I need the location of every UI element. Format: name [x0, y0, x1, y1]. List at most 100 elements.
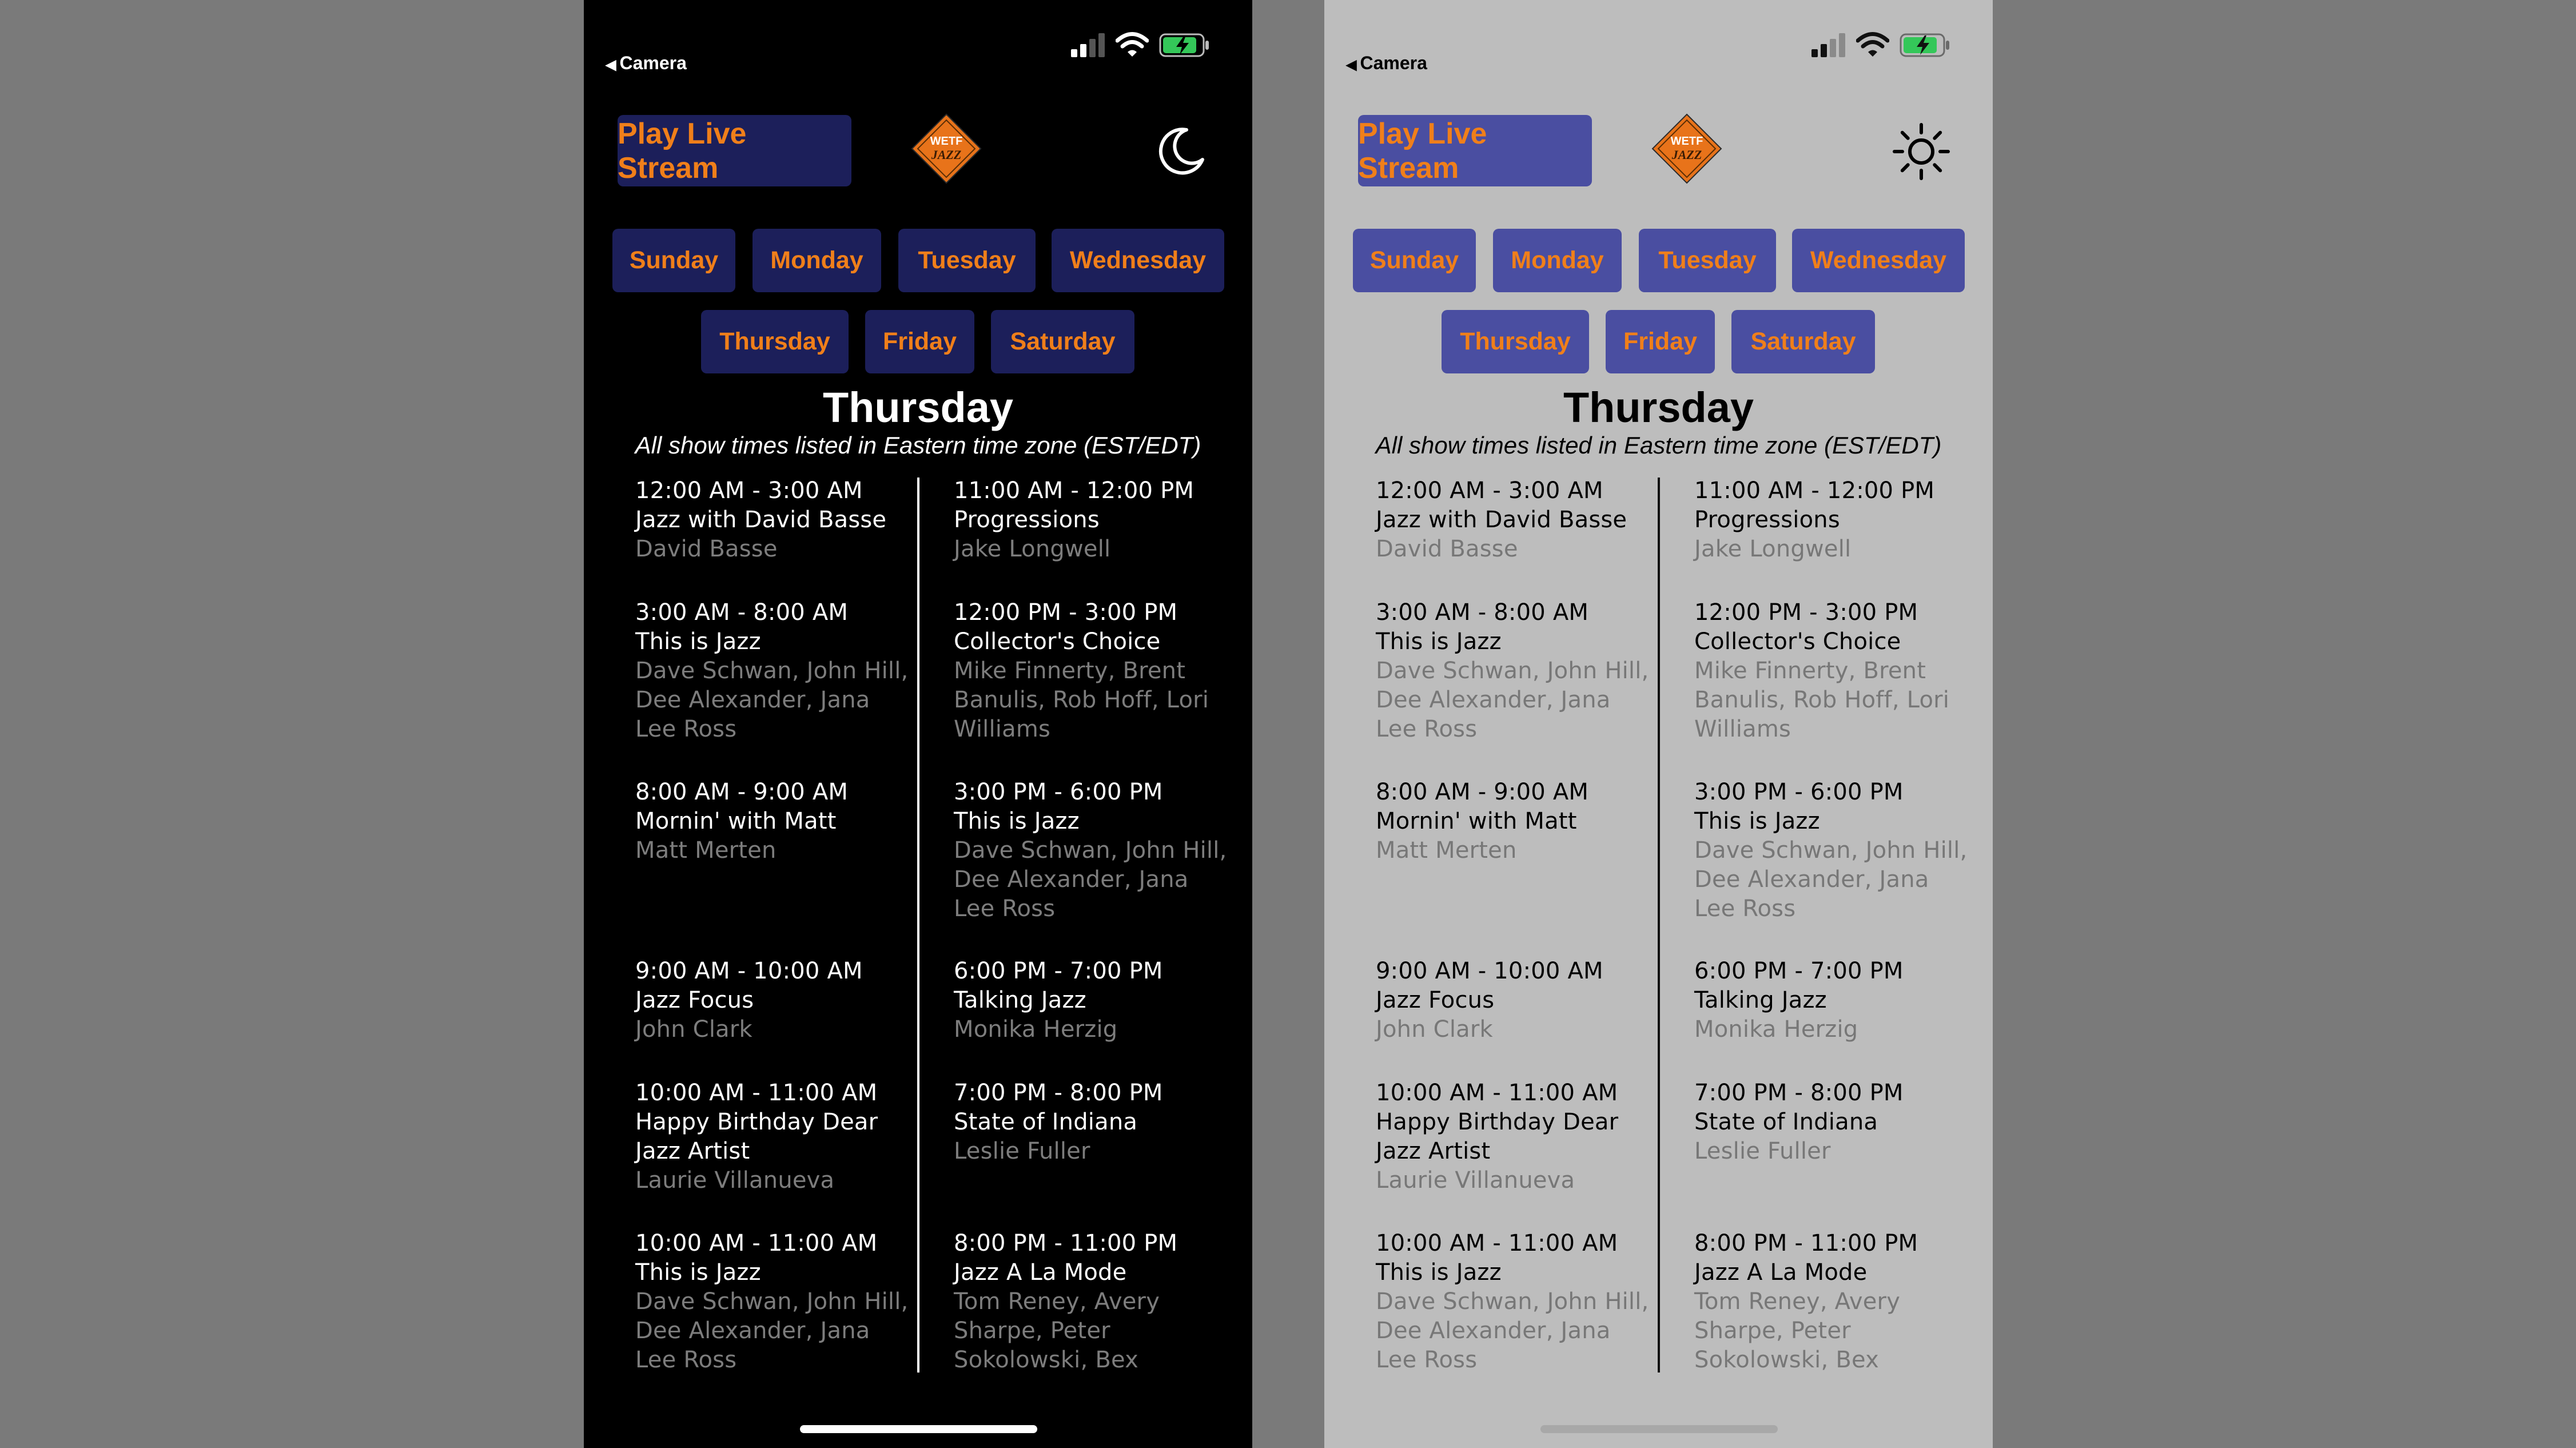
- schedule-entry: 7:00 PM - 8:00 PM State of Indiana Lesli…: [1694, 1079, 1969, 1166]
- show-name: Jazz Focus: [635, 987, 754, 1013]
- day-button-sunday[interactable]: Sunday: [1353, 229, 1476, 292]
- phone-light-mode: ◀ Camera Play Live Stream WETF JAZZ Sund…: [1324, 0, 1993, 1448]
- battery-charging-icon: [1159, 33, 1209, 57]
- show-name: This is Jazz: [1376, 1259, 1502, 1286]
- schedule-entry: 8:00 PM - 11:00 PM Jazz A La Mode Tom Re…: [954, 1229, 1228, 1375]
- schedule-entry: 6:00 PM - 7:00 PM Talking Jazz Monika He…: [1694, 957, 1969, 1044]
- schedule-entry: 12:00 PM - 3:00 PM Collector's Choice Mi…: [1694, 598, 1969, 744]
- schedule-entry: 6:00 PM - 7:00 PM Talking Jazz Monika He…: [954, 957, 1228, 1044]
- show-name: Talking Jazz: [1694, 987, 1827, 1013]
- show-hosts: Dave Schwan, John Hill, Dee Alexander, J…: [1694, 837, 1968, 922]
- show-time: 10:00 AM - 11:00 AM: [1376, 1230, 1618, 1256]
- sun-icon: [1893, 123, 1950, 180]
- show-hosts: Mike Finnerty, Brent Banulis, Rob Hoff, …: [954, 658, 1209, 742]
- logo-wetf-text: WETF: [1671, 135, 1703, 148]
- show-name: Progressions: [1694, 507, 1840, 533]
- schedule-entry: 12:00 PM - 3:00 PM Collector's Choice Mi…: [954, 598, 1228, 744]
- show-hosts: Tom Reney, Avery Sharpe, Peter Sokolowsk…: [954, 1288, 1160, 1373]
- day-button-monday[interactable]: Monday: [753, 229, 881, 292]
- show-time: 12:00 PM - 3:00 PM: [1694, 599, 1918, 626]
- show-hosts: Dave Schwan, John Hill, Dee Alexander, J…: [635, 1288, 909, 1373]
- show-hosts: Monika Herzig: [1694, 1016, 1858, 1043]
- day-button-wednesday[interactable]: Wednesday: [1792, 229, 1965, 292]
- show-name: Collector's Choice: [1694, 628, 1901, 655]
- show-name: Jazz Focus: [1376, 987, 1495, 1013]
- dark-mode-toggle[interactable]: [1146, 117, 1215, 186]
- day-button-saturday[interactable]: Saturday: [991, 310, 1134, 373]
- show-name: Jazz with David Basse: [1376, 507, 1627, 533]
- selected-day-title: Thursday: [1563, 384, 1754, 431]
- logo-jazz-text: JAZZ: [931, 148, 962, 162]
- show-time: 3:00 AM - 8:00 AM: [1376, 599, 1589, 626]
- schedule-entry: 11:00 AM - 12:00 PM Progressions Jake Lo…: [954, 476, 1228, 564]
- day-button-friday[interactable]: Friday: [865, 310, 974, 373]
- show-time: 10:00 AM - 11:00 AM: [635, 1080, 878, 1106]
- show-hosts: Jake Longwell: [1694, 536, 1852, 562]
- day-button-monday[interactable]: Monday: [1493, 229, 1622, 292]
- timezone-note: All show times listed in Eastern time zo…: [635, 432, 1201, 459]
- show-hosts: Monika Herzig: [954, 1016, 1118, 1043]
- back-to-camera-link[interactable]: ◀ Camera: [1346, 53, 1427, 74]
- show-hosts: Laurie Villanueva: [635, 1167, 835, 1194]
- show-hosts: Dave Schwan, John Hill, Dee Alexander, J…: [954, 837, 1227, 922]
- show-name: This is Jazz: [1694, 808, 1820, 834]
- day-button-wednesday[interactable]: Wednesday: [1052, 229, 1224, 292]
- column-divider: [1658, 478, 1660, 1373]
- show-hosts: Matt Merten: [1376, 837, 1517, 864]
- show-time: 9:00 AM - 10:00 AM: [1376, 958, 1603, 984]
- light-mode-toggle[interactable]: [1887, 117, 1956, 186]
- show-name: Jazz A La Mode: [954, 1259, 1127, 1286]
- show-name: State of Indiana: [1694, 1109, 1878, 1135]
- back-arrow-icon: ◀: [1346, 57, 1357, 73]
- schedule-entry: 8:00 AM - 9:00 AM Mornin' with Matt Matt…: [1376, 778, 1650, 865]
- timezone-note: All show times listed in Eastern time zo…: [1375, 432, 1942, 459]
- show-time: 7:00 PM - 8:00 PM: [1694, 1080, 1904, 1106]
- logo-jazz-text: JAZZ: [1671, 148, 1702, 162]
- show-name: State of Indiana: [954, 1109, 1138, 1135]
- show-hosts: Leslie Fuller: [1694, 1138, 1831, 1164]
- day-button-tuesday[interactable]: Tuesday: [1639, 229, 1776, 292]
- show-hosts: Mike Finnerty, Brent Banulis, Rob Hoff, …: [1694, 658, 1950, 742]
- status-icons: [1811, 32, 1966, 59]
- schedule-entry: 8:00 AM - 9:00 AM Mornin' with Matt Matt…: [635, 778, 910, 865]
- day-button-friday[interactable]: Friday: [1606, 310, 1715, 373]
- show-hosts: Matt Merten: [635, 837, 777, 864]
- cellular-signal-icon: [1071, 32, 1105, 57]
- status-icons: [1071, 32, 1225, 59]
- show-name: Jazz with David Basse: [635, 507, 887, 533]
- show-name: Mornin' with Matt: [1376, 808, 1577, 834]
- show-time: 6:00 PM - 7:00 PM: [954, 958, 1163, 984]
- show-time: 8:00 PM - 11:00 PM: [1694, 1230, 1918, 1256]
- play-live-stream-button[interactable]: Play Live Stream: [618, 115, 851, 186]
- schedule-entry: 12:00 AM - 3:00 AM Jazz with David Basse…: [635, 476, 910, 564]
- wetf-jazz-logo: WETF JAZZ: [1651, 113, 1722, 184]
- day-button-saturday[interactable]: Saturday: [1731, 310, 1875, 373]
- day-button-sunday[interactable]: Sunday: [612, 229, 735, 292]
- show-name: Collector's Choice: [954, 628, 1161, 655]
- battery-charging-icon: [1900, 33, 1949, 57]
- show-name: Jazz A La Mode: [1694, 1259, 1868, 1286]
- day-button-thursday[interactable]: Thursday: [1442, 310, 1589, 373]
- home-indicator[interactable]: [800, 1425, 1037, 1433]
- show-time: 6:00 PM - 7:00 PM: [1694, 958, 1904, 984]
- show-hosts: David Basse: [635, 536, 778, 562]
- home-indicator[interactable]: [1540, 1425, 1778, 1433]
- cellular-signal-icon: [1811, 32, 1846, 57]
- schedule-entry: 12:00 AM - 3:00 AM Jazz with David Basse…: [1376, 476, 1650, 564]
- show-hosts: John Clark: [635, 1016, 753, 1043]
- show-name: Mornin' with Matt: [635, 808, 837, 834]
- show-time: 10:00 AM - 11:00 AM: [1376, 1080, 1618, 1106]
- column-divider: [917, 478, 919, 1373]
- show-hosts: Leslie Fuller: [954, 1138, 1090, 1164]
- day-button-tuesday[interactable]: Tuesday: [898, 229, 1036, 292]
- show-time: 3:00 PM - 6:00 PM: [954, 779, 1163, 805]
- schedule-entry: 3:00 PM - 6:00 PM This is Jazz Dave Schw…: [954, 778, 1228, 924]
- logo-wetf-text: WETF: [930, 135, 963, 148]
- back-to-camera-link[interactable]: ◀ Camera: [606, 53, 687, 74]
- play-live-stream-button[interactable]: Play Live Stream: [1358, 115, 1592, 186]
- day-button-thursday[interactable]: Thursday: [701, 310, 849, 373]
- show-hosts: Dave Schwan, John Hill, Dee Alexander, J…: [635, 658, 909, 742]
- schedule-entry: 7:00 PM - 8:00 PM State of Indiana Lesli…: [954, 1079, 1228, 1166]
- show-time: 10:00 AM - 11:00 AM: [635, 1230, 878, 1256]
- show-name: Happy Birthday Dear Jazz Artist: [1376, 1109, 1619, 1164]
